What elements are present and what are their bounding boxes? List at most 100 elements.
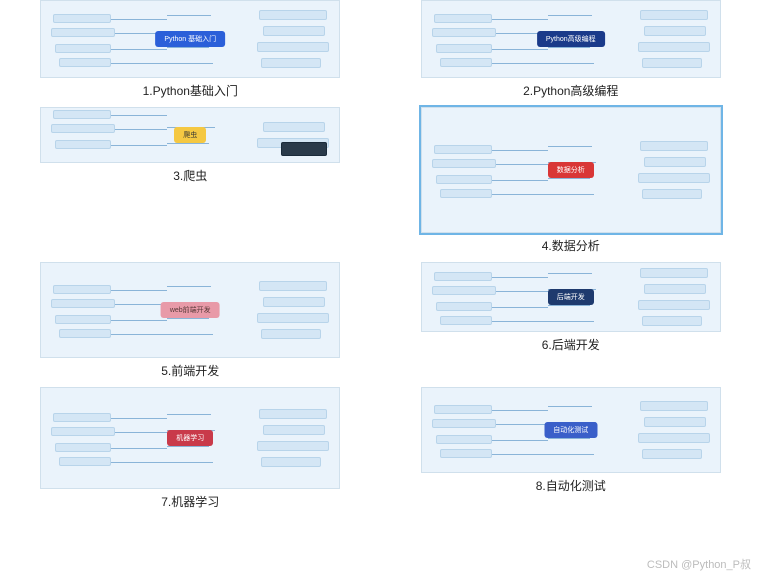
thumbnail-caption: 1.Python基础入门	[143, 82, 238, 99]
mindmap-branch	[434, 405, 492, 414]
thumbnail-3[interactable]: 爬虫	[40, 107, 340, 163]
mindmap-connector	[167, 462, 213, 463]
mindmap-branch	[434, 272, 492, 281]
mindmap-branch	[259, 409, 327, 419]
watermark: CSDN @Python_P叔	[647, 556, 751, 572]
mindmap-branch	[642, 58, 702, 68]
mindmap-branch-dark	[281, 142, 327, 156]
mindmap-branch	[440, 189, 492, 198]
mindmap-connector	[167, 143, 209, 144]
mindmap-branch	[53, 413, 111, 422]
mindmap-branch	[432, 419, 496, 428]
mindmap-branch	[261, 457, 321, 467]
mindmap-connector	[492, 194, 548, 195]
mindmap-connector	[548, 146, 592, 147]
mindmap-connector	[492, 63, 548, 64]
mindmap-branch	[644, 417, 706, 427]
thumbnail-8[interactable]: 自动化测试	[421, 387, 721, 473]
mindmap-connector	[492, 150, 548, 151]
mindmap-branch	[642, 316, 702, 326]
mindmap-branch	[640, 268, 708, 278]
mindmap-branch	[257, 42, 329, 52]
mindmap-branch	[51, 28, 115, 37]
mindmap-connector	[492, 19, 548, 20]
mindmap-branch	[51, 299, 115, 308]
mindmap-connector	[111, 418, 167, 419]
thumbnail-2[interactable]: Python高级编程	[421, 0, 721, 78]
thumbnail-caption: 5.前端开发	[161, 362, 219, 379]
mindmap-connector	[548, 454, 594, 455]
mindmap-connector	[492, 180, 548, 181]
mindmap-branch	[436, 44, 492, 53]
mindmap-branch	[257, 313, 329, 323]
mindmap-branch	[638, 173, 710, 183]
thumbnail-cell: 数据分析4.数据分析	[401, 107, 742, 254]
mindmap-connector	[115, 129, 167, 130]
mindmap-center-node: Python 基础入门	[155, 31, 225, 47]
mindmap-branch	[436, 302, 492, 311]
mindmap-connector	[111, 334, 167, 335]
mindmap-connector	[111, 19, 167, 20]
mindmap-branch	[434, 14, 492, 23]
thumbnail-cell: 自动化测试8.自动化测试	[401, 387, 742, 510]
mindmap-branch	[55, 44, 111, 53]
thumbnail-cell: 机器学习 7.机器学习	[20, 387, 361, 510]
mindmap-connector	[167, 446, 209, 447]
thumbnail-caption: 3.爬虫	[173, 167, 207, 184]
mindmap-center-node: Python高级编程	[537, 31, 605, 47]
mindmap-branch	[644, 157, 706, 167]
mindmap-connector	[167, 47, 209, 48]
mindmap-branch	[51, 427, 115, 436]
mindmap-connector	[496, 164, 548, 165]
mindmap-branch	[638, 300, 710, 310]
thumbnail-7[interactable]: 机器学习	[40, 387, 340, 489]
mindmap-connector	[167, 318, 209, 319]
mindmap-connector	[111, 115, 167, 116]
thumbnail-caption: 6.后端开发	[542, 336, 600, 353]
mindmap-connector	[111, 320, 167, 321]
mindmap-branch	[638, 433, 710, 443]
mindmap-branch	[53, 285, 111, 294]
mindmap-connector	[548, 47, 590, 48]
mindmap-branch	[259, 10, 327, 20]
mindmap-connector	[548, 321, 594, 322]
mindmap-branch	[259, 281, 327, 291]
mindmap-branch	[640, 401, 708, 411]
thumbnail-4[interactable]: 数据分析	[421, 107, 721, 233]
mindmap-branch	[440, 449, 492, 458]
mindmap-branch	[55, 315, 111, 324]
mindmap-connector	[548, 273, 592, 274]
thumbnail-cell: web前端开发 5.前端开发	[20, 262, 361, 379]
mindmap-branch	[51, 124, 115, 133]
mindmap-connector	[111, 49, 167, 50]
mindmap-branch	[640, 10, 708, 20]
mindmap-branch	[644, 284, 706, 294]
mindmap-branch	[638, 42, 710, 52]
thumbnail-6[interactable]: 后端开发	[421, 262, 721, 332]
mindmap-connector	[111, 462, 167, 463]
mindmap-connector	[492, 410, 548, 411]
mindmap-connector	[492, 49, 548, 50]
mindmap-connector	[167, 334, 213, 335]
mindmap-connector	[548, 63, 594, 64]
mindmap-connector	[492, 440, 548, 441]
mindmap-branch	[59, 58, 111, 67]
thumbnail-5[interactable]: web前端开发	[40, 262, 340, 358]
mindmap-branch	[59, 329, 111, 338]
mindmap-connector	[115, 304, 167, 305]
mindmap-connector	[167, 63, 213, 64]
thumbnail-caption: 7.机器学习	[161, 493, 219, 510]
mindmap-branch	[436, 175, 492, 184]
mindmap-branch	[55, 443, 111, 452]
mindmap-branch	[257, 441, 329, 451]
mindmap-connector	[496, 424, 548, 425]
mindmap-connector	[111, 145, 167, 146]
mindmap-branch	[53, 14, 111, 23]
mindmap-branch	[432, 286, 496, 295]
mindmap-branch	[432, 159, 496, 168]
thumbnail-1[interactable]: Python 基础入门	[40, 0, 340, 78]
mindmap-connector	[492, 454, 548, 455]
mindmap-center-node: 机器学习	[167, 430, 213, 446]
mindmap-branch	[644, 26, 706, 36]
mindmap-connector	[167, 15, 211, 16]
